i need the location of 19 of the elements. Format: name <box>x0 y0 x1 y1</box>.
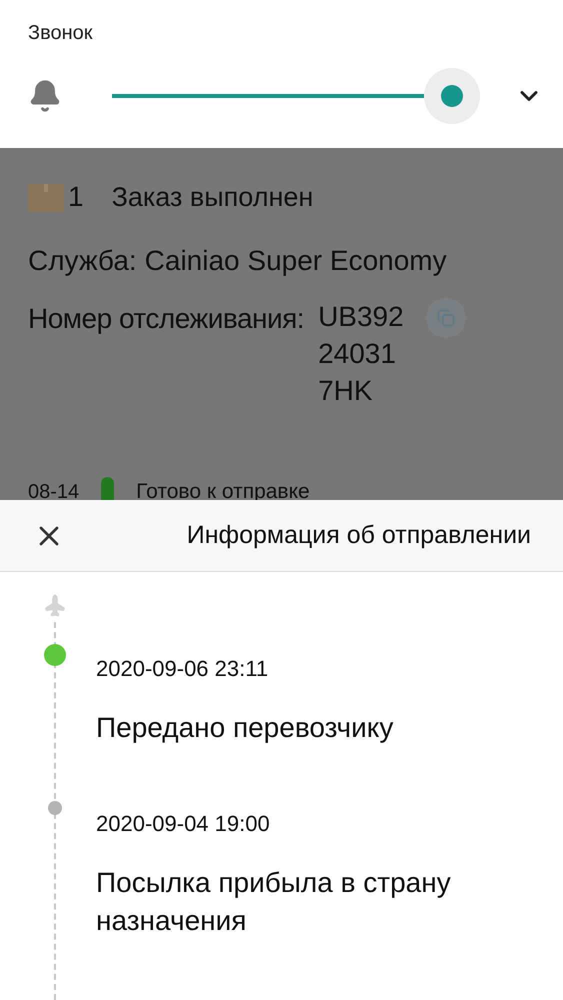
service-label: Служба: <box>28 244 137 278</box>
event-status: Готово к отправке <box>136 479 310 506</box>
tracking-number: 7HK <box>318 374 374 408</box>
bell-icon[interactable] <box>28 79 62 113</box>
service-value: Cainiao Super Economy <box>144 244 447 278</box>
tracking-number: 24031 <box>318 337 397 371</box>
sheet-title: Информация об отправлении <box>186 520 531 551</box>
copy-icon <box>436 309 455 327</box>
event-description: Передано перевозчику <box>96 711 394 745</box>
panel-title: Звонок <box>28 21 94 46</box>
event-time: 2020-09-04 19:00 <box>96 810 271 838</box>
package-icon <box>28 182 64 212</box>
order-count: 1 <box>68 180 84 214</box>
tracking-label: Номер отслеживания: <box>28 302 304 336</box>
event-date: 08-14 <box>28 480 80 505</box>
event-time: 2020-09-06 23:11 <box>96 655 270 683</box>
event-description: Посылка прибыла в страну назначения <box>96 866 452 938</box>
order-status: Заказ выполнен <box>112 180 314 214</box>
tracking-number: UB392 <box>318 300 404 334</box>
